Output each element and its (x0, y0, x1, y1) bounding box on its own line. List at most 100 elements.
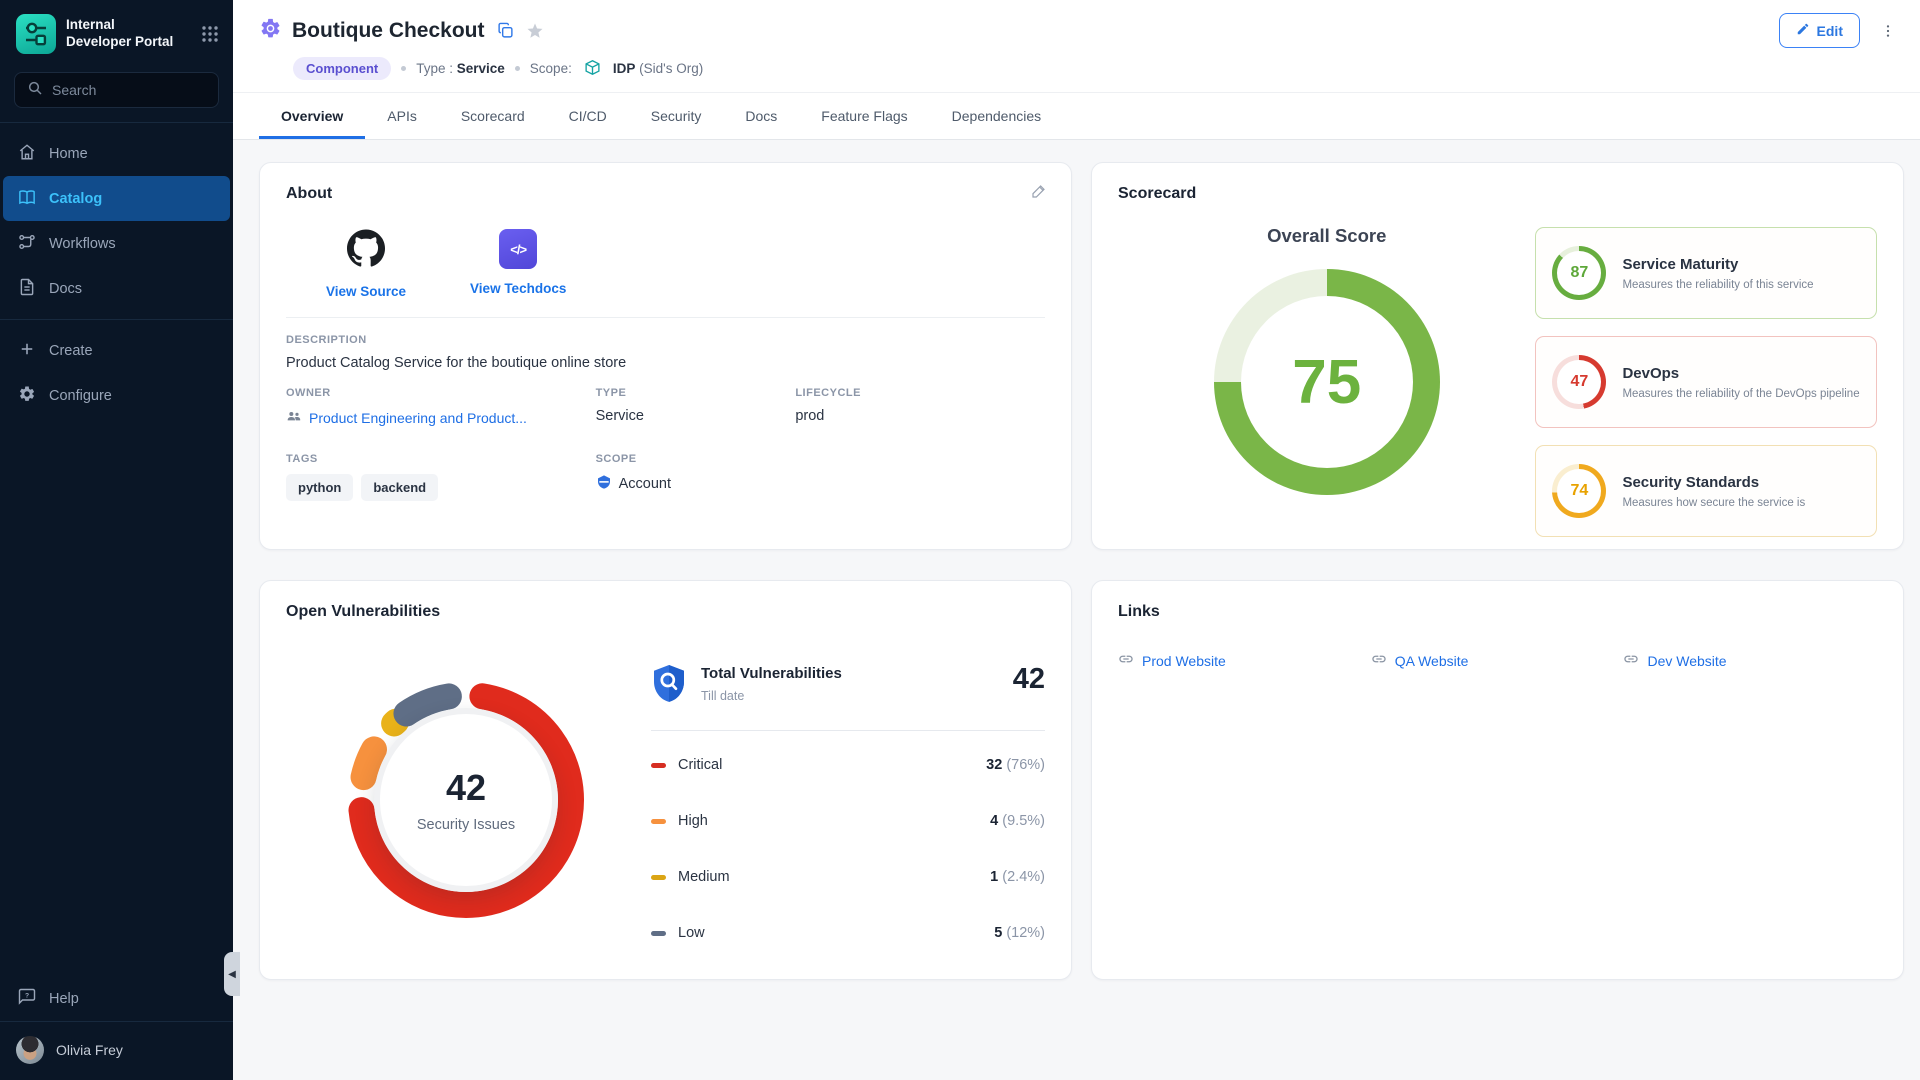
content-area: About View Source (233, 140, 1920, 1080)
group-icon (286, 408, 302, 427)
prod-website-link[interactable]: Prod Website (1118, 651, 1371, 670)
link-label: QA Website (1395, 653, 1469, 669)
tab-scorecard[interactable]: Scorecard (439, 93, 547, 139)
description-label: DESCRIPTION (286, 334, 1045, 346)
overall-score-label: Overall Score (1267, 225, 1386, 247)
view-techdocs-label: View Techdocs (470, 281, 566, 296)
tab-overview[interactable]: Overview (259, 93, 365, 139)
owner-value: Product Engineering and Product... (309, 410, 527, 426)
low-dash-icon (651, 931, 666, 936)
links-card: Links Prod Website QA Website (1091, 580, 1904, 980)
devops-value: 47 (1571, 373, 1589, 391)
star-icon[interactable] (526, 22, 544, 40)
user-menu[interactable]: Olivia Frey (0, 1022, 233, 1080)
kebab-menu-icon[interactable] (1880, 23, 1896, 39)
scorecard-item-name: DevOps (1622, 365, 1859, 382)
account-scope-icon (596, 474, 612, 494)
tags-label: TAGS (286, 453, 596, 465)
sidebar-item-label: Catalog (49, 191, 102, 207)
legend-label: High (678, 813, 708, 829)
scorecard-item-security-standards[interactable]: 74 Security Standards Measures how secur… (1535, 445, 1877, 537)
legend-row-critical: Critical 32 (76%) (651, 737, 1045, 793)
tag-chip[interactable]: python (286, 474, 353, 501)
legend-count: 4 (990, 813, 998, 829)
vulnerabilities-card: Open Vulnerabilities 42 Security Issues (259, 580, 1072, 980)
sidebar-nav: Home Catalog Workflows (0, 123, 233, 319)
main-area: Boutique Checkout (233, 0, 1920, 1080)
breadcrumb: Component Type : Service Scope: IDP (Sid… (293, 57, 1896, 80)
about-edit-pencil-icon[interactable] (1031, 183, 1047, 204)
sidebar-actions: Create Configure (0, 320, 233, 426)
security-standards-value: 74 (1571, 482, 1589, 500)
tab-feature-flags[interactable]: Feature Flags (799, 93, 929, 139)
legend-count: 32 (986, 757, 1002, 773)
sidebar-item-label: Configure (49, 388, 112, 404)
apps-grid-icon[interactable] (201, 25, 219, 43)
legend-pct: (12%) (1006, 925, 1045, 941)
workflows-icon (18, 233, 36, 255)
scope-cube-icon (584, 59, 601, 79)
sidebar-collapse-handle[interactable]: ◀ (224, 952, 240, 996)
owner-label: OWNER (286, 387, 596, 399)
security-standards-donut: 74 (1552, 464, 1606, 518)
search-input[interactable] (52, 82, 206, 98)
sidebar-item-workflows[interactable]: Workflows (0, 221, 233, 266)
sidebar-item-label: Docs (49, 281, 82, 297)
sidebar-search[interactable] (14, 72, 219, 108)
tab-dependencies[interactable]: Dependencies (930, 93, 1064, 139)
legend-label: Critical (678, 757, 722, 773)
link-label: Dev Website (1647, 653, 1726, 669)
user-name: Olivia Frey (56, 1042, 123, 1058)
pencil-icon (1796, 22, 1810, 39)
shield-search-icon (651, 663, 687, 708)
legend-pct: (2.4%) (1002, 869, 1045, 885)
tab-bar: Overview APIs Scorecard CI/CD Security D… (233, 92, 1920, 140)
sidebar-item-create[interactable]: Create (0, 328, 233, 373)
total-vulnerabilities-title: Total Vulnerabilities (701, 665, 842, 682)
sidebar-item-catalog[interactable]: Catalog (3, 176, 230, 221)
legend-pct: (9.5%) (1002, 813, 1045, 829)
scope-field-label: SCOPE (596, 453, 1045, 465)
link-chain-icon (1118, 651, 1134, 670)
document-icon (18, 278, 36, 300)
tab-apis[interactable]: APIs (365, 93, 439, 139)
tag-chip[interactable]: backend (361, 474, 438, 501)
scorecard-item-devops[interactable]: 47 DevOps Measures the reliability of th… (1535, 336, 1877, 428)
owner-link[interactable]: Product Engineering and Product... (286, 408, 596, 427)
critical-dash-icon (651, 763, 666, 768)
scope-value: IDP (613, 61, 636, 76)
medium-dash-icon (651, 875, 666, 880)
sidebar-item-label: Home (49, 146, 88, 162)
sidebar-item-label: Help (49, 991, 79, 1007)
sidebar-item-docs[interactable]: Docs (0, 266, 233, 311)
scorecard-item-desc: Measures the reliability of this service (1622, 279, 1813, 291)
sidebar-item-help[interactable]: ? Help (0, 976, 233, 1021)
sidebar-item-configure[interactable]: Configure (0, 373, 233, 418)
about-divider (286, 317, 1045, 318)
dev-website-link[interactable]: Dev Website (1623, 651, 1876, 670)
legend-row-high: High 4 (9.5%) (651, 793, 1045, 849)
dot-separator (515, 66, 520, 71)
legend-label: Low (678, 925, 705, 941)
legend-row-low: Low 5 (12%) (651, 905, 1045, 961)
tab-docs[interactable]: Docs (723, 93, 799, 139)
copy-icon[interactable] (497, 22, 514, 39)
tab-security[interactable]: Security (629, 93, 724, 139)
scorecard-item-service-maturity[interactable]: 87 Service Maturity Measures the reliabi… (1535, 227, 1877, 319)
page-header: Boutique Checkout (233, 0, 1920, 92)
help-chat-icon: ? (18, 988, 36, 1010)
view-source-link[interactable]: View Source (326, 229, 406, 299)
tab-cicd[interactable]: CI/CD (547, 93, 629, 139)
view-techdocs-link[interactable]: </> View Techdocs (470, 229, 566, 299)
edit-button[interactable]: Edit (1779, 13, 1860, 48)
qa-website-link[interactable]: QA Website (1371, 651, 1624, 670)
lifecycle-value: prod (795, 408, 1045, 424)
lifecycle-label: LIFECYCLE (795, 387, 1045, 399)
home-icon (18, 143, 36, 165)
chevron-left-icon: ◀ (228, 969, 236, 980)
about-card: About View Source (259, 162, 1072, 550)
scorecard-item-name: Service Maturity (1622, 256, 1813, 273)
app-title: Internal Developer Portal (66, 17, 191, 51)
plus-icon (18, 340, 36, 362)
sidebar-item-home[interactable]: Home (0, 131, 233, 176)
